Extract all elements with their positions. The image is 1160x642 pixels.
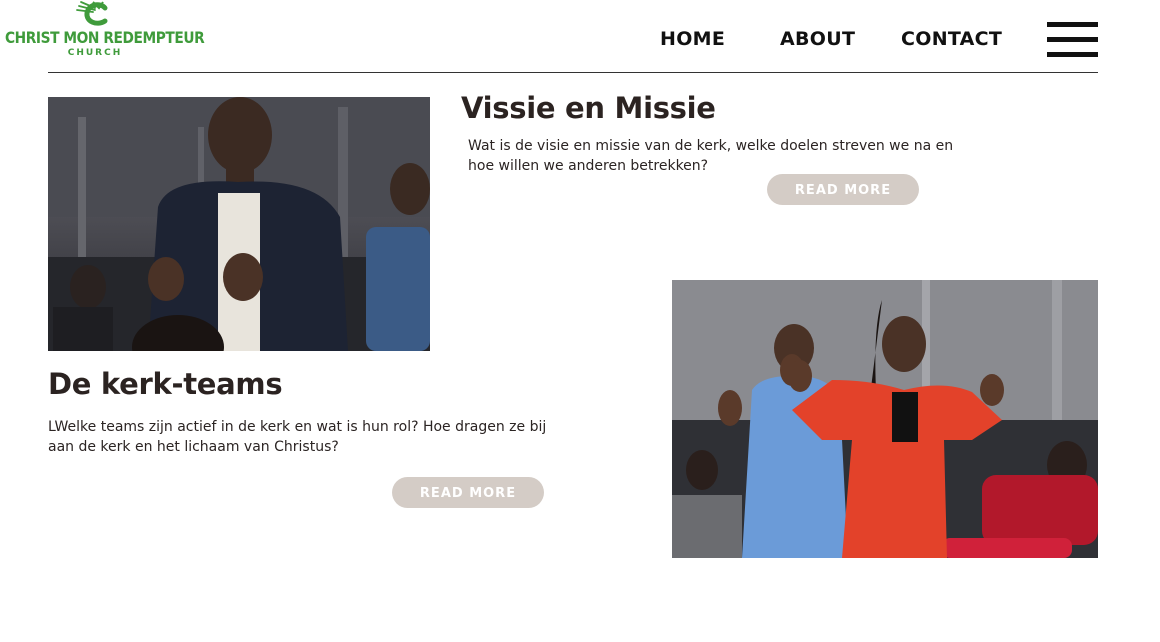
header-divider [48,72,1098,73]
section-title-vision: Vissie en Missie [461,91,716,125]
read-more-vision-button[interactable]: READ MORE [767,174,919,205]
logo-subtitle: CHURCH [67,48,123,58]
section-text-vision: Wat is de visie en missie van de kerk, w… [468,138,954,174]
worship-photo-woman [672,280,1098,558]
nav-home[interactable]: HOME [660,28,725,50]
section-title-teams: De kerk-teams [48,367,283,401]
worship-photo-man [48,97,430,351]
logo-name: CHRIST MON REDEMPTEUR [5,28,205,47]
church-logo[interactable]: CHRIST MON REDEMPTEUR CHURCH [5,0,205,62]
section-text-teams: LWelke teams zijn actief in de kerk en w… [48,419,547,455]
logo-emblem-icon [76,1,108,26]
nav-about[interactable]: ABOUT [780,28,855,50]
menu-icon[interactable] [1047,22,1098,58]
nav-contact[interactable]: CONTACT [901,28,1002,50]
read-more-teams-button[interactable]: READ MORE [392,477,544,508]
